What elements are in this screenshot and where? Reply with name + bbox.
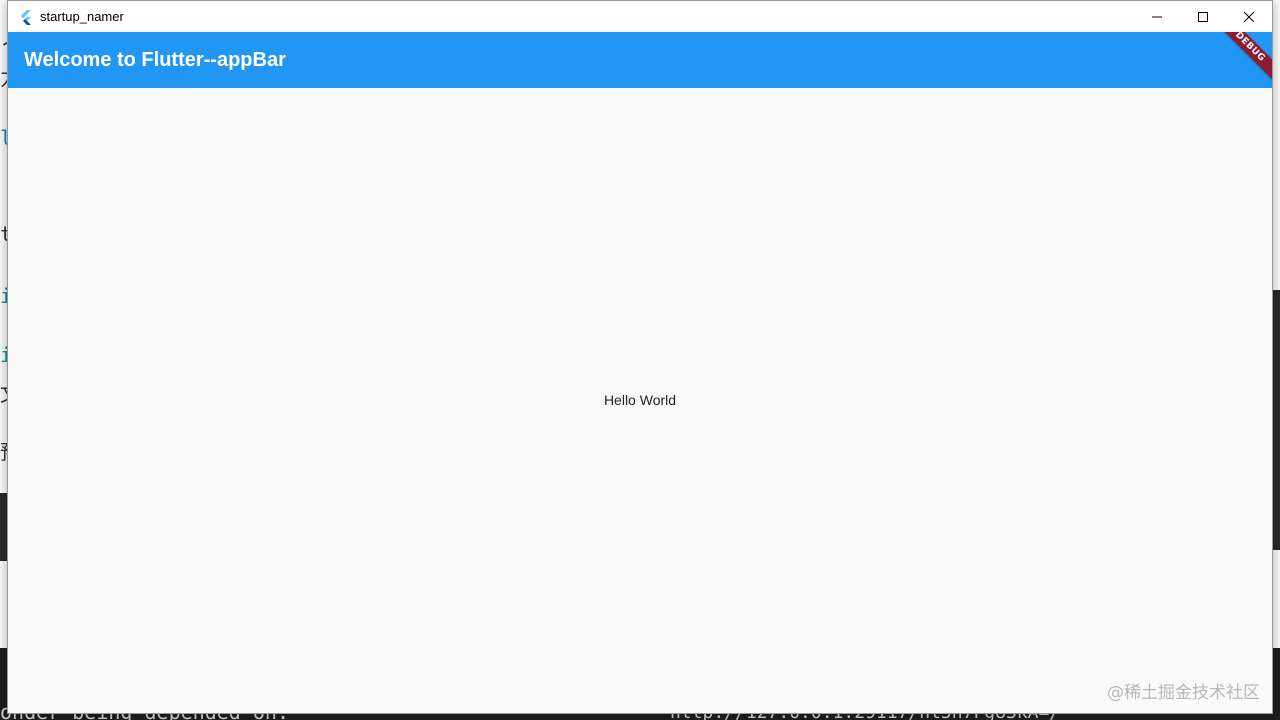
debug-banner: DEBUG	[1202, 32, 1272, 88]
maximize-icon	[1198, 11, 1208, 22]
app-window: startup_namer Welcome to Flutter--appBar…	[7, 0, 1273, 714]
maximize-button[interactable]	[1180, 1, 1226, 32]
flutter-logo-icon	[18, 9, 34, 25]
watermark: @稀土掘金技术社区	[1107, 683, 1260, 703]
window-titlebar[interactable]: startup_namer	[8, 1, 1272, 32]
close-icon	[1244, 11, 1254, 22]
minimize-button[interactable]	[1134, 1, 1180, 32]
window-title: startup_namer	[40, 9, 124, 24]
minimize-icon	[1152, 12, 1162, 22]
close-button[interactable]	[1226, 1, 1272, 32]
window-controls	[1134, 1, 1272, 32]
hello-world-text: Hello World	[603, 392, 677, 408]
app-body: Hello World	[8, 88, 1272, 713]
app-bar-title: Welcome to Flutter--appBar	[24, 48, 286, 71]
app-bar: Welcome to Flutter--appBar DEBUG	[8, 32, 1272, 88]
